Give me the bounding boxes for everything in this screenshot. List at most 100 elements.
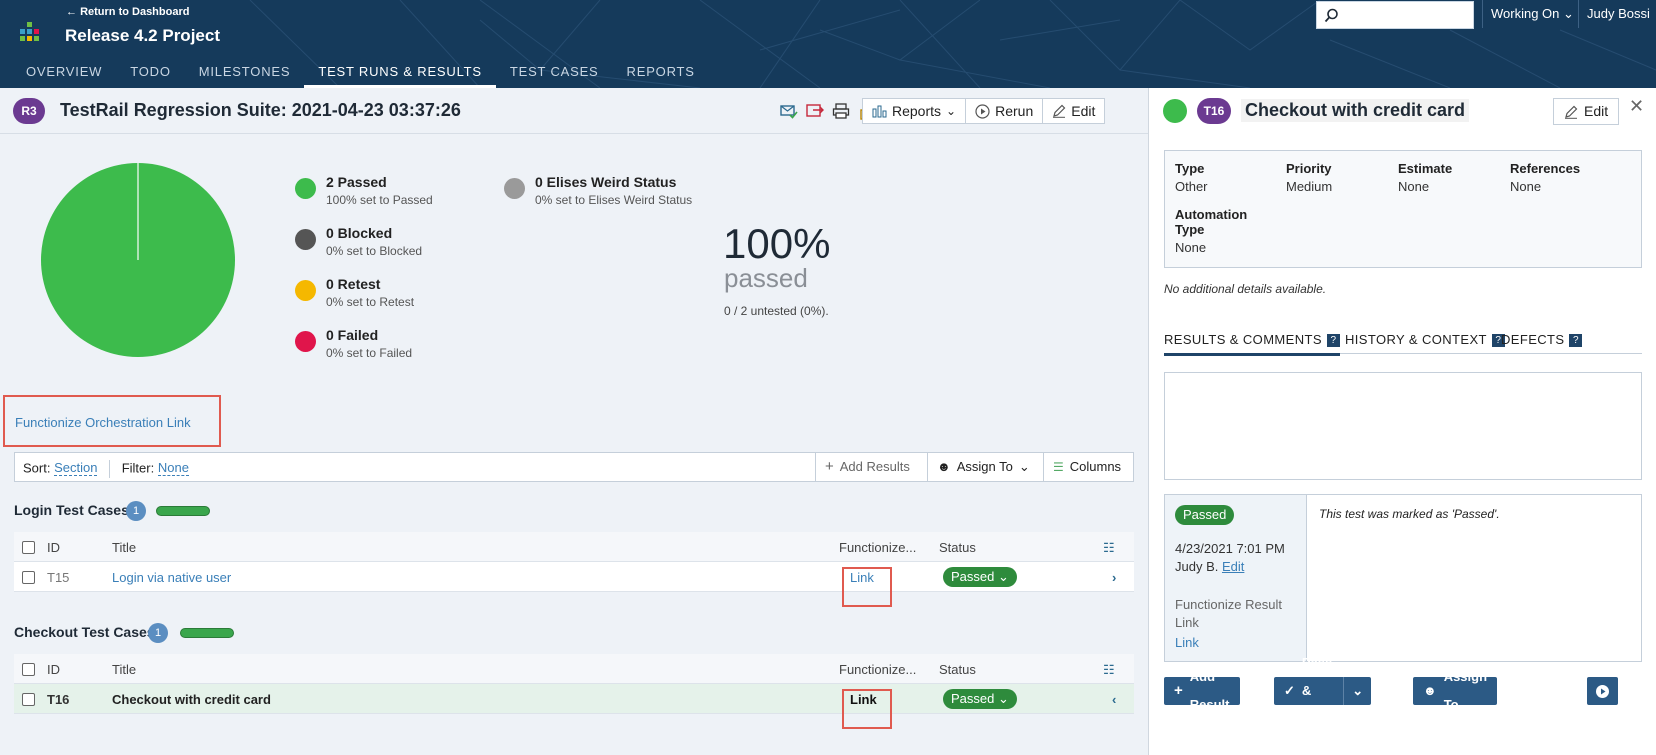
tab-history-context[interactable]: HISTORY & CONTEXT?	[1345, 332, 1505, 353]
search-input[interactable]	[1316, 1, 1474, 29]
sort-value-link[interactable]: Section	[54, 460, 98, 477]
login-test-table: ID Title Functionize... Status ☷ T15 Log…	[14, 532, 1134, 607]
result-comment: This test was marked as 'Passed'.	[1319, 507, 1500, 521]
row-checkbox[interactable]	[22, 571, 35, 584]
tab-milestones[interactable]: MILESTONES	[185, 58, 305, 88]
functionize-result-label-2: Link	[1175, 615, 1199, 630]
tab-label: DEFECTS	[1501, 332, 1565, 347]
status-dropdown[interactable]: Passed ⌄	[943, 689, 1017, 709]
run-actions: Reports ⌄ Rerun Edit	[862, 98, 1106, 124]
divider	[109, 460, 111, 478]
comment-textarea[interactable]	[1164, 372, 1642, 480]
tab-todo[interactable]: TODO	[116, 58, 185, 88]
edit-result-link[interactable]: Edit	[1222, 559, 1244, 574]
play-button[interactable]	[1587, 677, 1618, 705]
test-detail-pane: T16 Checkout with credit card Edit ✕ Typ…	[1148, 88, 1656, 755]
blocked-dot	[295, 229, 316, 250]
pass-percentage: 100%	[723, 220, 831, 267]
add-result-label: Add Result	[1189, 669, 1230, 712]
add-results-button[interactable]: + Add Results	[815, 453, 919, 481]
chevron-down-icon[interactable]: ⌄	[1343, 677, 1371, 705]
chevron-left-icon[interactable]: ‹	[1112, 692, 1116, 707]
col-functionize-header: Functionize...	[839, 540, 917, 555]
working-on-dropdown[interactable]: Working On ⌄	[1482, 0, 1582, 28]
field-key: References	[1510, 161, 1581, 176]
field-automation-type: Automation Type None	[1175, 207, 1247, 255]
col-status-header: Status	[939, 540, 976, 555]
test-title: Checkout with credit card	[1241, 99, 1470, 122]
working-on-label: Working On	[1491, 6, 1560, 21]
column-settings-icon[interactable]: ☷	[1103, 540, 1115, 556]
field-value: None	[1510, 179, 1542, 194]
tab-test-runs-results[interactable]: TEST RUNS & RESULTS	[304, 58, 496, 88]
field-value: None	[1175, 240, 1207, 255]
help-icon[interactable]: ?	[1326, 334, 1340, 347]
test-fields: Type Other Priority Medium Estimate None Re…	[1164, 150, 1642, 268]
email-check-icon[interactable]	[780, 102, 798, 120]
functionize-result-link[interactable]: Link	[1175, 635, 1199, 650]
pass-next-button[interactable]: ✓ Pass & Next ⌄	[1274, 655, 1372, 726]
filter-label: Filter:	[121, 460, 155, 476]
edit-test-button[interactable]: Edit	[1553, 98, 1620, 125]
tab-results-comments[interactable]: RESULTS & COMMENTS?	[1164, 332, 1340, 356]
columns-icon: ☰	[1053, 460, 1064, 474]
export-icon[interactable]	[806, 102, 824, 120]
row-checkbox[interactable]	[22, 693, 35, 706]
table-row[interactable]: T15 Login via native user Link Passed ⌄ …	[14, 562, 1134, 592]
assign-to-dropdown[interactable]: ☻ Assign To ⌄	[927, 453, 1039, 481]
play-circle-icon	[975, 103, 990, 119]
testrail-logo[interactable]	[20, 22, 42, 42]
status-dropdown[interactable]: Passed ⌄	[943, 567, 1017, 587]
select-all-checkbox[interactable]	[22, 663, 35, 676]
chevron-right-icon[interactable]: ›	[1112, 570, 1116, 585]
table-header-row: ID Title Functionize... Status ☷	[14, 654, 1134, 684]
status-pie-chart	[41, 163, 235, 357]
test-title-link[interactable]: Login via native user	[112, 570, 231, 585]
assign-to-button[interactable]: ☻ Assign To	[1413, 669, 1498, 712]
columns-button[interactable]: ☰ Columns	[1043, 453, 1130, 481]
retest-dot	[295, 280, 316, 301]
detail-tabs: RESULTS & COMMENTS? HISTORY & CONTEXT? D…	[1164, 326, 1642, 356]
add-result-button[interactable]: + Add Result	[1164, 669, 1240, 712]
columns-label: Columns	[1069, 459, 1122, 474]
tab-test-cases[interactable]: TEST CASES	[496, 58, 613, 88]
arrow-left-icon: ←	[66, 6, 77, 18]
user-menu[interactable]: Judy Bossi	[1578, 0, 1656, 28]
field-estimate: Estimate None	[1398, 161, 1452, 194]
top-header: ← Return to Dashboard Release 4.2 Projec…	[0, 0, 1656, 88]
legend-sub: 0% set to Retest	[326, 295, 415, 309]
edit-label: Edit	[1071, 103, 1096, 119]
reports-dropdown-button[interactable]: Reports ⌄	[863, 99, 967, 123]
edit-run-button[interactable]: Edit	[1043, 99, 1104, 123]
filter-value-link[interactable]: None	[157, 460, 189, 477]
column-settings-icon[interactable]: ☷	[1103, 662, 1115, 678]
table-row-selected[interactable]: T16 Checkout with credit card Link Passe…	[14, 684, 1134, 714]
status-label: Passed	[951, 691, 995, 706]
close-icon[interactable]: ✕	[1629, 96, 1644, 117]
print-icon[interactable]	[832, 102, 850, 120]
select-all-checkbox[interactable]	[22, 541, 35, 554]
tab-defects[interactable]: DEFECTS?	[1501, 332, 1583, 353]
rerun-label: Rerun	[995, 103, 1034, 119]
tab-overview[interactable]: OVERVIEW	[12, 58, 116, 88]
plus-icon: +	[825, 458, 834, 475]
rerun-button[interactable]: Rerun	[966, 99, 1044, 123]
legend-retest: 0 Retest 0% set to Retest	[295, 276, 555, 316]
legend-failed: 0 Failed 0% set to Failed	[295, 327, 555, 367]
tab-label: RESULTS & COMMENTS	[1164, 332, 1322, 347]
bar-chart-icon	[872, 105, 887, 117]
test-id-badge: T16	[1197, 98, 1231, 124]
assign-to-label: Assign To	[1443, 669, 1488, 712]
untested-count: 0 / 2 untested (0%).	[724, 304, 829, 318]
return-to-dashboard-link[interactable]: ← Return to Dashboard	[66, 6, 189, 18]
main-nav: OVERVIEW TODO MILESTONES TEST RUNS & RES…	[12, 58, 709, 88]
tab-reports[interactable]: REPORTS	[613, 58, 709, 88]
help-icon[interactable]: ?	[1569, 334, 1583, 347]
user-icon: ☻	[937, 459, 951, 474]
section-count-badge: 1	[148, 623, 168, 643]
plus-icon: +	[1174, 682, 1183, 699]
orchestration-link-highlight: Functionize Orchestration Link	[3, 395, 221, 447]
test-title[interactable]: Checkout with credit card	[112, 692, 271, 707]
legend-label: 0 Elises Weird Status	[535, 174, 677, 190]
functionize-orchestration-link[interactable]: Functionize Orchestration Link	[15, 415, 191, 430]
